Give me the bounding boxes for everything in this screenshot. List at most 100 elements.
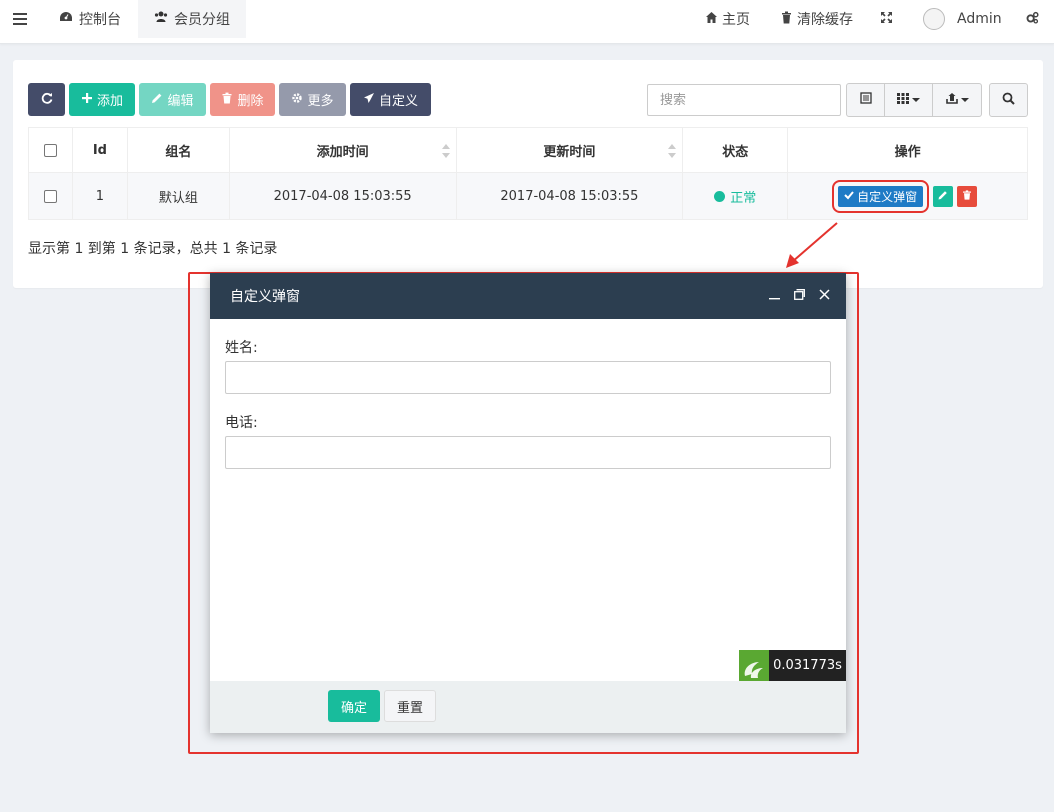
- custom-dialog-button[interactable]: 自定义弹窗: [832, 179, 930, 213]
- toggle-view-button[interactable]: [847, 84, 885, 116]
- minimize-icon[interactable]: [769, 288, 780, 304]
- user-name: Admin: [957, 11, 1002, 27]
- columns-button[interactable]: [885, 84, 933, 116]
- row-checkbox[interactable]: [43, 189, 57, 203]
- cell-updated: 2017-04-08 15:03:55: [455, 172, 684, 220]
- search-input[interactable]: [647, 84, 841, 116]
- delete-label: 删除: [237, 94, 264, 109]
- row-edit-button[interactable]: [933, 185, 954, 207]
- clear-cache-link[interactable]: 清除缓存: [780, 0, 853, 38]
- select-all-checkbox[interactable]: [43, 143, 57, 157]
- column-header-status[interactable]: 状态: [682, 127, 789, 173]
- tab-dashboard[interactable]: 控制台: [43, 0, 137, 38]
- export-icon: [945, 92, 958, 108]
- pencil-icon: [938, 189, 948, 204]
- confirm-button[interactable]: 确定: [328, 690, 380, 722]
- home-label: 主页: [722, 12, 750, 28]
- dialog-footer: 确定 重置: [210, 681, 846, 733]
- row-actions: 自定义弹窗: [832, 179, 978, 213]
- close-icon[interactable]: [819, 288, 830, 304]
- name-field-label: 姓名:: [225, 340, 258, 356]
- edit-button[interactable]: 编辑: [139, 83, 206, 116]
- dialog-controls: [769, 273, 830, 319]
- list-icon: [859, 92, 872, 108]
- paper-plane-icon: [363, 92, 375, 108]
- trace-time[interactable]: 0.031773s: [769, 650, 846, 681]
- caret-down-icon: [960, 93, 969, 108]
- plus-icon: [81, 92, 93, 108]
- name-field[interactable]: [225, 361, 831, 394]
- export-button[interactable]: [933, 84, 981, 116]
- status-badge[interactable]: 正常: [714, 187, 756, 206]
- delete-button[interactable]: 删除: [210, 83, 275, 116]
- column-header-updated[interactable]: 更新时间: [455, 127, 684, 173]
- add-button[interactable]: 添加: [69, 83, 135, 116]
- trash-icon: [962, 189, 972, 204]
- phone-field[interactable]: [225, 436, 831, 469]
- clear-cache-label: 清除缓存: [797, 12, 853, 28]
- refresh-button[interactable]: [28, 83, 65, 116]
- table-tools-group: [846, 83, 982, 117]
- home-icon: [705, 11, 718, 28]
- tab-dashboard-label: 控制台: [79, 12, 121, 28]
- sidebar-toggle-icon[interactable]: [0, 0, 40, 38]
- top-navbar: 控制台 会员分组 主页 清除缓存 Admin: [0, 0, 1054, 44]
- cell-created: 2017-04-08 15:03:55: [228, 172, 457, 220]
- add-label: 添加: [96, 94, 123, 109]
- tab-member-group[interactable]: 会员分组: [138, 0, 246, 38]
- phone-field-label: 电话:: [225, 415, 258, 431]
- custom-button[interactable]: 自定义: [350, 83, 431, 116]
- cog-icon: [291, 92, 303, 108]
- column-header-updated-label: 更新时间: [543, 144, 596, 160]
- sort-icon: [441, 144, 450, 158]
- grid-icon: [897, 92, 909, 108]
- table-row: 1 默认组 2017-04-08 15:03:55 2017-04-08 15:…: [28, 172, 1028, 220]
- data-table: Id 组名 添加时间 更新时间 状态 操作 1 默认组 2017-04-08 1…: [28, 127, 1028, 220]
- status-dot-icon: [714, 190, 726, 202]
- custom-dialog-label: 自定义弹窗: [857, 189, 918, 204]
- check-icon: [844, 189, 854, 203]
- cell-name: 默认组: [126, 172, 230, 220]
- status-label: 正常: [730, 190, 757, 206]
- search-icon: [1002, 92, 1015, 109]
- reset-button[interactable]: 重置: [384, 690, 436, 722]
- sort-icon: [668, 144, 677, 158]
- refresh-icon: [41, 92, 53, 108]
- column-header-id[interactable]: Id: [71, 127, 128, 173]
- column-header-name[interactable]: 组名: [126, 127, 230, 173]
- expand-icon: [880, 11, 893, 28]
- trash-icon: [221, 92, 233, 108]
- home-link[interactable]: 主页: [705, 0, 750, 38]
- custom-label: 自定义: [378, 94, 418, 109]
- dialog-title: 自定义弹窗: [230, 289, 300, 305]
- column-header-created-label: 添加时间: [316, 144, 369, 160]
- trash-icon: [780, 11, 793, 28]
- row-select-cell: [28, 172, 73, 220]
- cell-actions: 自定义弹窗: [787, 172, 1028, 220]
- dialog-header: 自定义弹窗: [210, 273, 846, 319]
- custom-dialog: 自定义弹窗 姓名: 电话: 0.031773s 确定 重置: [210, 273, 846, 733]
- trace-logo-icon[interactable]: [739, 650, 769, 681]
- column-header-created[interactable]: 添加时间: [228, 127, 457, 173]
- column-header-actions: 操作: [787, 127, 1028, 173]
- annotation-arrow-icon: [786, 222, 838, 268]
- dashboard-icon: [59, 10, 73, 28]
- settings-button[interactable]: [1026, 0, 1039, 38]
- user-menu[interactable]: Admin: [923, 0, 1002, 38]
- pagination-info: 显示第 1 到第 1 条记录，总共 1 条记录: [28, 241, 278, 257]
- row-delete-button[interactable]: [957, 185, 978, 207]
- edit-label: 编辑: [167, 94, 194, 109]
- pencil-icon: [151, 92, 163, 108]
- dialog-body: 姓名: 电话: 0.031773s: [210, 319, 846, 681]
- cell-id: 1: [71, 172, 128, 220]
- tab-member-group-label: 会员分组: [174, 12, 230, 28]
- table-header-row: Id 组名 添加时间 更新时间 状态 操作: [28, 127, 1028, 173]
- more-button[interactable]: 更多: [279, 83, 346, 116]
- maximize-icon[interactable]: [794, 288, 805, 304]
- avatar: [923, 8, 945, 30]
- fullscreen-button[interactable]: [880, 0, 893, 38]
- search-button[interactable]: [989, 83, 1028, 117]
- users-icon: [154, 10, 168, 28]
- more-label: 更多: [307, 94, 334, 109]
- select-all-cell: [28, 127, 73, 173]
